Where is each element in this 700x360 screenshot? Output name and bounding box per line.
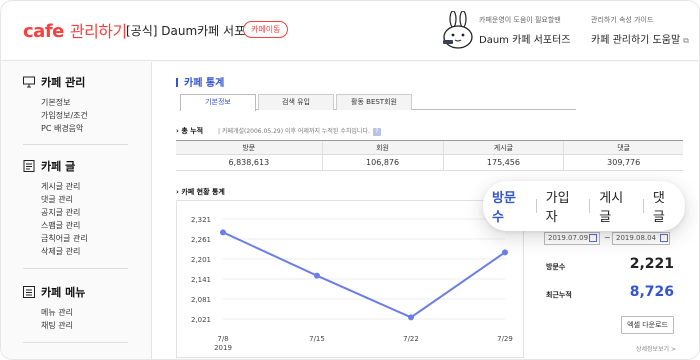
pill-posts[interactable]: 게시글 (590, 187, 643, 225)
total-label: › 총 누적 (176, 127, 204, 135)
sidebar-item[interactable]: 메뉴 관리 (23, 306, 128, 319)
guide-link[interactable]: 카페 관리하기 도움말 ⧉ (591, 31, 689, 46)
table-cell: 175,456 (442, 154, 564, 171)
pill-visits[interactable]: 방문수 (483, 187, 536, 225)
sidebar-section-cafe-posts: 카페 글 게시글 관리 댓글 관리 공지글 관리 스팸글 관리 금칙어글 관리 … (23, 158, 128, 258)
mascot-icon (443, 11, 473, 49)
sidebar-divider (23, 144, 128, 145)
sidebar-item[interactable]: PC 배경음악 (23, 122, 128, 135)
detail-link[interactable]: 상세정보보기 > (636, 344, 676, 353)
table-header: 게시글 (442, 140, 564, 155)
sidebar-divider (23, 268, 128, 269)
visits-value: 2,221 (629, 256, 674, 272)
logo-sub: 관리하기 (69, 22, 127, 41)
helper-caption: 카페운영이 도움이 필요할땐 (479, 16, 561, 24)
logo-main: cafe (23, 21, 64, 42)
sidebar-divider (23, 342, 128, 343)
x-tick-label: 7/22 (403, 335, 419, 343)
x-tick-label: 7/29 (497, 335, 513, 343)
sidebar-item[interactable]: 삭제글 관리 (23, 245, 128, 258)
recent-label: 최근누적 (546, 291, 572, 299)
cafe-logo[interactable]: cafe 관리하기 (23, 18, 127, 42)
chart-label: › 카페 현황 통계 (176, 188, 225, 196)
sidebar: 카페 관리 기본정보 가입정보/조건 PC 배경음악 카페 글 게시글 관리 댓… (1, 62, 141, 359)
total-note-text: 카페개설(2006.05.29) 이후 어제까지 누적된 수치입니다. (221, 128, 370, 135)
totals-table: 방문 회원 게시글 댓글 6,838,613 106,876 175,456 3… (176, 140, 683, 171)
visits-label: 방문수 (546, 263, 566, 271)
stats-panel: 2019.07.09 ~ 2019.08.04 방문수 2,221 최근누적 8… (540, 232, 680, 358)
data-point (220, 229, 226, 236)
guide-link-label: 카페 관리하기 도움말 (591, 35, 681, 46)
sidebar-title[interactable]: 카페 메뉴 (23, 284, 128, 300)
table-row: 6,838,613 106,876 175,456 309,776 (176, 154, 683, 171)
app-frame: cafe 관리하기 [공식] Daum카페 서포터즈 카페이동 카페운영이 도움이… (0, 0, 700, 360)
series-line (222, 231, 506, 319)
data-point (408, 314, 414, 321)
tab-search-inflow[interactable]: 검색 유입 (258, 94, 334, 110)
sidebar-section-cafe-manage: 카페 관리 기본정보 가입정보/조건 PC 배경음악 (23, 74, 128, 135)
sidebar-title-label: 카페 관리 (41, 76, 86, 89)
y-tick-label: 2,321 (191, 216, 211, 224)
pill-comments[interactable]: 댓글 (644, 187, 685, 225)
y-tick-label: 2,081 (191, 296, 211, 304)
excel-download-button[interactable]: 엑셀 다운로드 (621, 316, 674, 334)
table-cell: 309,776 (563, 154, 683, 171)
data-point (314, 272, 320, 279)
guide-caption: 관리하기 속성 가이드 (591, 16, 654, 24)
sidebar-title[interactable]: 카페 관리 (23, 74, 128, 90)
y-tick-label: 2,201 (191, 256, 211, 264)
recent-value: 8,726 (629, 284, 674, 300)
table-header: 회원 (321, 140, 443, 155)
tab-best-members[interactable]: 활동 BEST회원 (336, 94, 412, 110)
metric-switcher: 방문수 가입자 게시글 댓글 (483, 181, 685, 231)
header: cafe 관리하기 [공식] Daum카페 서포터즈 카페이동 카페운영이 도움이… (1, 1, 699, 61)
helper-link[interactable]: Daum 카페 서포터즈 (479, 31, 570, 46)
sidebar-title-label: 카페 글 (41, 160, 76, 173)
external-link-icon: ⧉ (683, 36, 689, 45)
x-year-label: 2019 (214, 344, 232, 352)
tab-basic-info[interactable]: 기본정보 (180, 94, 256, 111)
x-tick-label: 7/8 (217, 335, 228, 343)
y-tick-label: 2,141 (191, 276, 211, 284)
sidebar-item[interactable]: 게시글 관리 (23, 180, 128, 193)
sidebar-item[interactable]: 가입정보/조건 (23, 109, 128, 122)
cafe-move-button[interactable]: 카페이동 (243, 21, 289, 38)
calendar-icon[interactable] (660, 234, 668, 242)
x-tick-label: 7/15 (309, 335, 325, 343)
sidebar-section-cafe-menu: 카페 메뉴 메뉴 관리 채팅 관리 (23, 284, 128, 332)
table-header: 방문 (176, 140, 323, 155)
help-icon[interactable]: ? (372, 128, 381, 136)
sidebar-item[interactable]: 기본정보 (23, 96, 128, 109)
sidebar-item[interactable]: 댓글 관리 (23, 193, 128, 206)
data-point (502, 249, 508, 256)
page-title-label: 카페 통계 (184, 78, 225, 89)
sidebar-item[interactable]: 스팸글 관리 (23, 219, 128, 232)
document-icon (23, 160, 35, 172)
sidebar-item[interactable]: 금칙어글 관리 (23, 232, 128, 245)
total-label-text: 총 누적 (181, 127, 204, 135)
chart-svg: 2,321 2,261 2,201 2,141 2,081 2,021 7/8 7/15 7/2… (191, 216, 513, 352)
total-note: | 카페개설(2006.05.29) 이후 어제까지 누적된 수치입니다.? (218, 126, 381, 136)
table-cell: 106,876 (321, 154, 443, 171)
sidebar-title-label: 카페 메뉴 (41, 286, 86, 299)
y-tick-label: 2,261 (191, 236, 211, 244)
chart-label-text: 카페 현황 통계 (181, 188, 225, 196)
pill-signups[interactable]: 가입자 (537, 187, 590, 225)
calendar-icon[interactable] (589, 234, 597, 242)
table-cell: 6,838,613 (176, 154, 323, 171)
page-title: 카페 통계 (176, 74, 224, 89)
sidebar-item[interactable]: 채팅 관리 (23, 319, 128, 332)
sidebar-item[interactable]: 공지글 관리 (23, 206, 128, 219)
date-separator: ~ (604, 233, 611, 242)
table-header: 댓글 (563, 140, 683, 155)
sidebar-title[interactable]: 카페 글 (23, 158, 128, 174)
line-chart: 2,321 2,261 2,201 2,141 2,081 2,021 7/8 7/15 7/2… (176, 200, 524, 358)
monitor-icon (23, 76, 35, 88)
stat-tabs: 기본정보 검색 유입 활동 BEST회원 (180, 94, 576, 111)
y-tick-label: 2,021 (191, 316, 211, 324)
list-icon (23, 286, 35, 298)
